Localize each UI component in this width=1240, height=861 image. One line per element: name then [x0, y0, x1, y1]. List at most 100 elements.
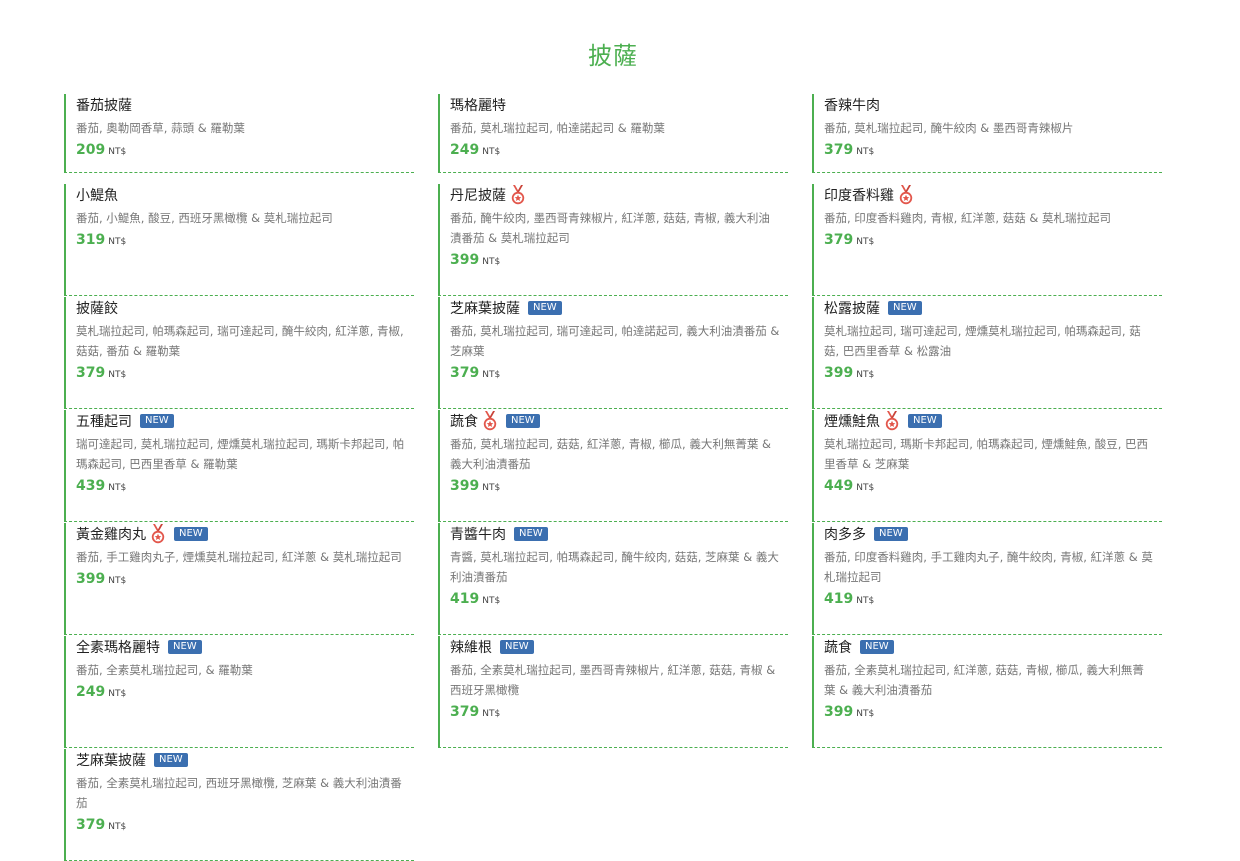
price-unit: NT$ [856, 596, 875, 606]
item-price: 399 [76, 571, 106, 587]
item-price: 419 [824, 591, 854, 607]
item-price-line: 379 NT$ [76, 362, 406, 381]
item-description: 莫札瑞拉起司, 瑞可達起司, 煙燻莫札瑞拉起司, 帕瑪森起司, 菇菇, 巴西里香… [824, 324, 1141, 358]
new-badge: NEW [154, 753, 188, 767]
menu-item[interactable]: 瑪格麗特 番茄, 莫札瑞拉起司, 帕達諾起司 & 羅勒葉 249 NT$ [438, 94, 788, 173]
item-name: 五種起司 [76, 414, 132, 430]
price-unit: NT$ [108, 370, 127, 380]
item-header: 瑪格麗特 [450, 94, 780, 115]
item-description: 青醬, 莫札瑞拉起司, 帕瑪森起司, 醃牛絞肉, 菇菇, 芝麻葉 & 義大利油漬… [450, 550, 779, 584]
menu-item[interactable]: 蔬食 NEW 番茄, 全素莫札瑞拉起司, 紅洋蔥, 菇菇, 青椒, 櫛瓜, 義大… [812, 636, 1162, 748]
price-unit: NT$ [482, 483, 501, 493]
price-unit: NT$ [856, 483, 875, 493]
item-description: 番茄, 莫札瑞拉起司, 帕達諾起司 & 羅勒葉 [450, 121, 665, 135]
menu-item[interactable]: 芝麻葉披薩 NEW 番茄, 全素莫札瑞拉起司, 西班牙黑橄欖, 芝麻葉 & 義大… [64, 749, 414, 861]
new-badge: NEW [860, 640, 894, 654]
item-name: 瑪格麗特 [450, 98, 506, 114]
item-description: 番茄, 手工雞肉丸子, 煙燻莫札瑞拉起司, 紅洋蔥 & 莫札瑞拉起司 [76, 550, 402, 564]
item-price: 379 [450, 365, 480, 381]
item-name: 肉多多 [824, 527, 866, 543]
item-price-line: 379 NT$ [824, 229, 1154, 248]
price-unit: NT$ [856, 709, 875, 719]
menu-item[interactable]: 煙燻鮭魚 NEW 莫札瑞拉起司, 瑪斯卡邦起司, 帕瑪森起司, 煙燻鮭魚, 酸豆… [812, 410, 1162, 522]
menu-item[interactable]: 全素瑪格麗特 NEW 番茄, 全素莫札瑞拉起司, & 羅勒葉 249 NT$ [64, 636, 414, 748]
item-price: 379 [824, 142, 854, 158]
item-price-line: 399 NT$ [824, 701, 1154, 720]
menu-item[interactable]: 印度香料雞 番茄, 印度香料雞肉, 青椒, 紅洋蔥, 菇菇 & 莫札瑞拉起司 3… [812, 184, 1162, 296]
item-name: 番茄披薩 [76, 98, 132, 114]
item-price: 399 [824, 365, 854, 381]
item-header: 全素瑪格麗特 NEW [76, 636, 406, 657]
price-unit: NT$ [856, 370, 875, 380]
item-header: 蔬食 NEW [450, 410, 780, 431]
item-description: 瑞可達起司, 莫札瑞拉起司, 煙燻莫札瑞拉起司, 瑪斯卡邦起司, 帕瑪森起司, … [76, 437, 405, 471]
item-description: 番茄, 全素莫札瑞拉起司, & 羅勒葉 [76, 663, 253, 677]
item-header: 丹尼披薩 [450, 184, 780, 205]
menu-item[interactable]: 五種起司 NEW 瑞可達起司, 莫札瑞拉起司, 煙燻莫札瑞拉起司, 瑪斯卡邦起司… [64, 410, 414, 522]
item-description: 番茄, 小鯷魚, 酸豆, 西班牙黑橄欖 & 莫札瑞拉起司 [76, 211, 333, 225]
price-unit: NT$ [482, 596, 501, 606]
item-name: 丹尼披薩 [450, 188, 506, 204]
item-description: 番茄, 印度香料雞肉, 手工雞肉丸子, 醃牛絞肉, 青椒, 紅洋蔥 & 莫札瑞拉… [824, 550, 1153, 584]
item-price-line: 449 NT$ [824, 475, 1154, 494]
item-price-line: 439 NT$ [76, 475, 406, 494]
new-badge: NEW [500, 640, 534, 654]
menu-item[interactable]: 松露披薩 NEW 莫札瑞拉起司, 瑞可達起司, 煙燻莫札瑞拉起司, 帕瑪森起司,… [812, 297, 1162, 409]
item-name: 香辣牛肉 [824, 98, 880, 114]
item-price-line: 399 NT$ [824, 362, 1154, 381]
item-description: 番茄, 奧勒岡香草, 蒜頭 & 羅勒葉 [76, 121, 245, 135]
new-badge: NEW [140, 414, 174, 428]
item-price: 249 [76, 684, 106, 700]
item-description: 莫札瑞拉起司, 帕瑪森起司, 瑞可達起司, 醃牛絞肉, 紅洋蔥, 青椒, 菇菇,… [76, 324, 404, 358]
item-price-line: 249 NT$ [76, 681, 406, 700]
menu-item[interactable]: 番茄披薩 番茄, 奧勒岡香草, 蒜頭 & 羅勒葉 209 NT$ [64, 94, 414, 173]
item-price: 379 [76, 365, 106, 381]
new-badge: NEW [908, 414, 942, 428]
menu-item[interactable]: 芝麻葉披薩 NEW 番茄, 莫札瑞拉起司, 瑞可達起司, 帕達諾起司, 義大利油… [438, 297, 788, 409]
item-header: 小鯷魚 [76, 184, 406, 205]
menu-item[interactable]: 披薩餃 莫札瑞拉起司, 帕瑪森起司, 瑞可達起司, 醃牛絞肉, 紅洋蔥, 青椒,… [64, 297, 414, 409]
item-price: 399 [824, 704, 854, 720]
item-price: 439 [76, 478, 106, 494]
item-header: 番茄披薩 [76, 94, 406, 115]
page-title: 披薩 [588, 42, 638, 70]
price-unit: NT$ [108, 822, 127, 832]
new-badge: NEW [168, 640, 202, 654]
menu-item[interactable]: 青醬牛肉 NEW 青醬, 莫札瑞拉起司, 帕瑪森起司, 醃牛絞肉, 菇菇, 芝麻… [438, 523, 788, 635]
item-price-line: 209 NT$ [76, 139, 406, 158]
price-unit: NT$ [482, 709, 501, 719]
price-unit: NT$ [108, 237, 127, 247]
menu-item[interactable]: 蔬食 NEW 番茄, 莫札瑞拉起司, 菇菇, 紅洋蔥, 青椒, 櫛瓜, 義大利無… [438, 410, 788, 522]
new-badge: NEW [506, 414, 540, 428]
item-description: 番茄, 莫札瑞拉起司, 醃牛絞肉 & 墨西哥青辣椒片 [824, 121, 1074, 135]
new-badge: NEW [528, 301, 562, 315]
price-unit: NT$ [856, 237, 875, 247]
item-price-line: 379 NT$ [450, 701, 780, 720]
item-header: 松露披薩 NEW [824, 297, 1154, 318]
menu-grid: 番茄披薩 番茄, 奧勒岡香草, 蒜頭 & 羅勒葉 209 NT$ 瑪格麗特 番茄,… [64, 94, 1162, 861]
medal-icon [898, 185, 914, 205]
price-unit: NT$ [856, 147, 875, 157]
item-price: 399 [450, 252, 480, 268]
menu-item[interactable]: 黃金雞肉丸 NEW 番茄, 手工雞肉丸子, 煙燻莫札瑞拉起司, 紅洋蔥 & 莫札… [64, 523, 414, 635]
item-price-line: 399 NT$ [450, 249, 780, 268]
item-header: 印度香料雞 [824, 184, 1154, 205]
menu-item[interactable]: 香辣牛肉 番茄, 莫札瑞拉起司, 醃牛絞肉 & 墨西哥青辣椒片 379 NT$ [812, 94, 1162, 173]
item-name: 蔬食 [450, 414, 478, 430]
item-header: 芝麻葉披薩 NEW [76, 749, 406, 770]
item-description: 番茄, 全素莫札瑞拉起司, 紅洋蔥, 菇菇, 青椒, 櫛瓜, 義大利無菁葉 & … [824, 663, 1144, 697]
item-price-line: 399 NT$ [450, 475, 780, 494]
new-badge: NEW [888, 301, 922, 315]
menu-item[interactable]: 肉多多 NEW 番茄, 印度香料雞肉, 手工雞肉丸子, 醃牛絞肉, 青椒, 紅洋… [812, 523, 1162, 635]
item-price: 379 [450, 704, 480, 720]
item-description: 番茄, 印度香料雞肉, 青椒, 紅洋蔥, 菇菇 & 莫札瑞拉起司 [824, 211, 1112, 225]
item-header: 青醬牛肉 NEW [450, 523, 780, 544]
menu-item[interactable]: 辣維根 NEW 番茄, 全素莫札瑞拉起司, 墨西哥青辣椒片, 紅洋蔥, 菇菇, … [438, 636, 788, 748]
item-price: 209 [76, 142, 106, 158]
item-header: 辣維根 NEW [450, 636, 780, 657]
new-badge: NEW [174, 527, 208, 541]
menu-item[interactable]: 小鯷魚 番茄, 小鯷魚, 酸豆, 西班牙黑橄欖 & 莫札瑞拉起司 319 NT$ [64, 184, 414, 296]
medal-icon [510, 185, 526, 205]
menu-item[interactable]: 丹尼披薩 番茄, 醃牛絞肉, 墨西哥青辣椒片, 紅洋蔥, 菇菇, 青椒, 義大利… [438, 184, 788, 296]
item-header: 肉多多 NEW [824, 523, 1154, 544]
